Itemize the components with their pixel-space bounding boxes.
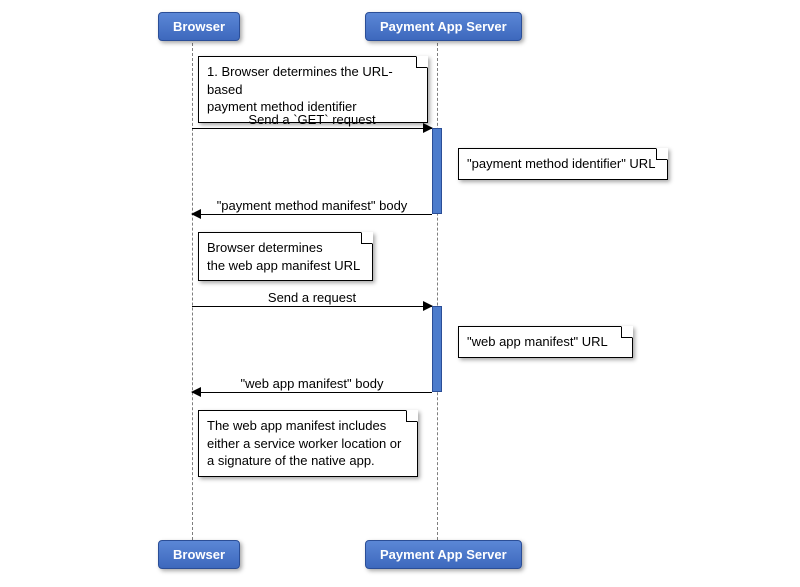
participant-label: Payment App Server (380, 547, 507, 562)
message-get-request: Send a `GET` request (192, 128, 432, 129)
activation-bar-2 (432, 306, 442, 392)
note-text: "payment method identifier" URL (467, 156, 655, 171)
note-text: Browser determines the web app manifest … (207, 240, 360, 273)
participant-label: Browser (173, 19, 225, 34)
participant-label: Payment App Server (380, 19, 507, 34)
participant-server-bottom: Payment App Server (365, 540, 522, 569)
arrow-left-icon (191, 387, 201, 397)
message-label: Send a `GET` request (192, 112, 432, 127)
note-payment-method-identifier-url: "payment method identifier" URL (458, 148, 668, 180)
message-label: "payment method manifest" body (192, 198, 432, 213)
message-label: Send a request (192, 290, 432, 305)
arrow-left-icon (191, 209, 201, 219)
participant-browser-top: Browser (158, 12, 240, 41)
note-text: "web app manifest" URL (467, 334, 608, 349)
note-web-app-manifest-url: "web app manifest" URL (458, 326, 633, 358)
sequence-diagram: Browser Payment App Server 1. Browser de… (0, 0, 800, 587)
message-send-request: Send a request (192, 306, 432, 307)
message-payment-method-manifest-body: "payment method manifest" body (192, 214, 432, 215)
note-text: The web app manifest includes either a s… (207, 418, 401, 468)
participant-browser-bottom: Browser (158, 540, 240, 569)
note-browser-determines-manifest-url: Browser determines the web app manifest … (198, 232, 373, 281)
participant-label: Browser (173, 547, 225, 562)
message-label: "web app manifest" body (192, 376, 432, 391)
note-text: 1. Browser determines the URL-based paym… (207, 64, 393, 114)
message-web-app-manifest-body: "web app manifest" body (192, 392, 432, 393)
activation-bar-1 (432, 128, 442, 214)
note-web-app-manifest-includes: The web app manifest includes either a s… (198, 410, 418, 477)
lifeline-server (437, 38, 438, 540)
participant-server-top: Payment App Server (365, 12, 522, 41)
